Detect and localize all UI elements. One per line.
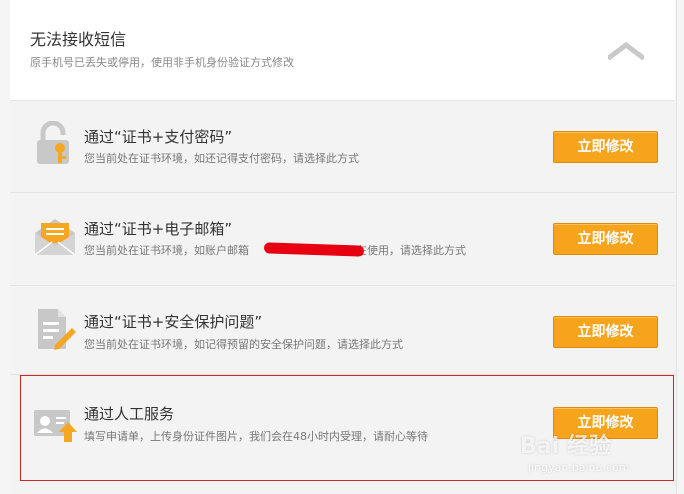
- header-title: 无法接收短信: [30, 30, 127, 49]
- option-title: 通过“证书+支付密码”: [84, 128, 233, 146]
- document-pencil-icon: [38, 309, 76, 350]
- modify-now-button[interactable]: 立即修改: [553, 131, 658, 163]
- option-title: 通过“证书+电子邮箱”: [84, 220, 233, 238]
- option-cert-email: 通过“证书+电子邮箱” 您当前处在证书环境，如账户邮箱 还在使用，请选择此方式 立…: [10, 193, 675, 286]
- watermark-url: jingyan.baidu.com: [528, 461, 630, 474]
- id-card-upload-icon: [34, 410, 77, 442]
- option-cert-password: 通过“证书+支付密码” 您当前处在证书环境，如还记得支付密码，请选择此方式 立即…: [10, 101, 675, 193]
- option-title: 通过“证书+安全保护问题”: [84, 313, 263, 331]
- modify-now-button[interactable]: 立即修改: [553, 316, 658, 348]
- baidu-watermark: Bai 经验: [520, 434, 611, 459]
- description-part: 您当前处在证书环境，如账户邮箱: [84, 244, 249, 257]
- header-subtitle: 原手机号已丢失或停用，使用非手机身份验证方式修改: [30, 56, 294, 69]
- lock-key-icon: [37, 121, 69, 164]
- sms-header[interactable]: 无法接收短信 原手机号已丢失或停用，使用非手机身份验证方式修改: [10, 0, 675, 101]
- email-icon: [34, 219, 76, 256]
- option-description: 您当前处在证书环境，如记得预留的安全保护问题，请选择此方式: [84, 338, 403, 351]
- option-title: 通过人工服务: [84, 405, 175, 423]
- modify-now-button[interactable]: 立即修改: [553, 223, 658, 255]
- option-description: 填写申请单，上传身份证件图片，我们会在48小时内受理，请耐心等待: [84, 430, 428, 443]
- option-cert-security-question: 通过“证书+安全保护问题” 您当前处在证书环境，如记得预留的安全保护问题，请选择…: [10, 286, 675, 375]
- option-description: 您当前处在证书环境，如还记得支付密码，请选择此方式: [84, 152, 359, 165]
- chevron-up-icon[interactable]: [608, 40, 644, 60]
